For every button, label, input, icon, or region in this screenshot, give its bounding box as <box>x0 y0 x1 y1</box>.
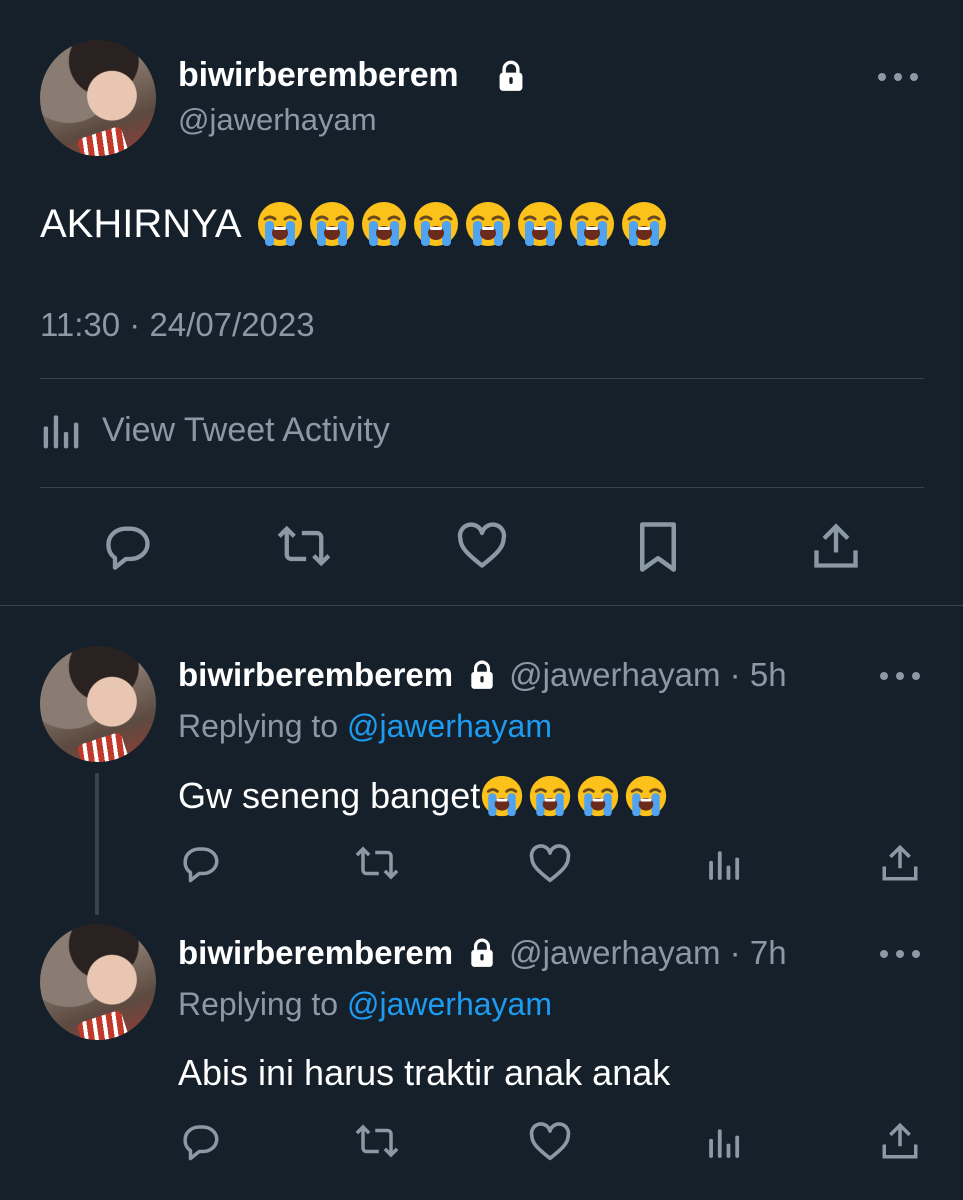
display-name[interactable]: biwirberemberem <box>178 656 453 694</box>
replying-prefix: Replying to <box>178 708 339 744</box>
tweet-text: Gw seneng banget <box>178 774 668 818</box>
avatar[interactable] <box>40 40 156 156</box>
tweet-text: AKHIRNYA <box>40 200 668 248</box>
loudly-crying-face-icon <box>309 202 354 246</box>
activity-label: View Tweet Activity <box>102 410 390 449</box>
handle-time[interactable]: @jawerhayam · 5h <box>509 656 786 694</box>
replying-handle-link[interactable]: @jawerhayam <box>347 708 552 744</box>
lock-icon <box>471 660 493 689</box>
section-divider <box>0 605 963 606</box>
reply-icon[interactable] <box>180 842 222 884</box>
view-tweet-activity-link[interactable]: View Tweet Activity <box>40 408 390 452</box>
analytics-icon[interactable] <box>706 844 744 884</box>
handle-time[interactable]: @jawerhayam · 7h <box>509 934 786 972</box>
tweet-text-content: AKHIRNYA <box>40 201 242 246</box>
divider <box>40 487 924 488</box>
retweet-icon[interactable] <box>354 842 400 884</box>
loudly-crying-face-icon <box>361 202 406 246</box>
tweet-actions <box>0 520 963 576</box>
emoji-group <box>256 200 668 248</box>
tweet-text: Abis ini harus traktir anak anak <box>178 1052 670 1094</box>
share-icon[interactable] <box>880 842 920 884</box>
loudly-crying-face-icon <box>465 202 510 246</box>
loudly-crying-face-icon <box>530 775 571 817</box>
share-icon[interactable] <box>812 520 860 572</box>
replying-prefix: Replying to <box>178 986 339 1022</box>
lock-icon <box>471 938 493 967</box>
timestamp[interactable]: 11:30 · 24/07/2023 <box>40 306 315 344</box>
like-icon[interactable] <box>528 1122 572 1162</box>
reply-tweet[interactable]: biwirberemberem @jawerhayam · 7h Replyin… <box>0 924 963 1184</box>
loudly-crying-face-icon <box>482 775 523 817</box>
more-options-icon[interactable] <box>880 672 920 680</box>
emoji-group <box>480 774 668 818</box>
loudly-crying-face-icon <box>578 775 619 817</box>
loudly-crying-face-icon <box>413 202 458 246</box>
display-name[interactable]: biwirberemberem <box>178 934 453 972</box>
tweet-actions <box>0 842 963 886</box>
tweet-text-content: Abis ini harus traktir anak anak <box>178 1052 671 1093</box>
replying-to: Replying to @jawerhayam <box>178 986 552 1023</box>
replying-handle-link[interactable]: @jawerhayam <box>347 986 552 1022</box>
replying-to: Replying to @jawerhayam <box>178 708 552 745</box>
main-tweet: biwirberemberem @jawerhayam AKHIRNYA 11:… <box>0 0 963 606</box>
analytics-icon <box>43 415 79 449</box>
share-icon[interactable] <box>880 1120 920 1162</box>
thread-connector <box>95 773 99 915</box>
bookmark-icon[interactable] <box>636 520 680 574</box>
analytics-icon[interactable] <box>706 1122 744 1162</box>
loudly-crying-face-icon <box>626 775 667 817</box>
more-options-icon[interactable] <box>880 950 920 958</box>
display-name[interactable]: biwirberemberem <box>178 56 459 95</box>
tweet-actions <box>0 1120 963 1164</box>
reply-tweet[interactable]: biwirberemberem @jawerhayam · 5h Replyin… <box>0 646 963 906</box>
like-icon[interactable] <box>456 522 508 570</box>
more-options-icon[interactable] <box>878 73 918 81</box>
tweet-text-content: Gw seneng banget <box>178 775 481 816</box>
retweet-icon[interactable] <box>276 520 332 572</box>
like-icon[interactable] <box>528 844 572 884</box>
loudly-crying-face-icon <box>621 202 666 246</box>
divider <box>40 378 924 379</box>
avatar[interactable] <box>40 924 156 1040</box>
retweet-icon[interactable] <box>354 1120 400 1162</box>
loudly-crying-face-icon <box>569 202 614 246</box>
reply-icon[interactable] <box>102 520 154 572</box>
loudly-crying-face-icon <box>517 202 562 246</box>
handle[interactable]: @jawerhayam <box>178 102 377 138</box>
reply-icon[interactable] <box>180 1120 222 1162</box>
loudly-crying-face-icon <box>257 202 302 246</box>
avatar[interactable] <box>40 646 156 762</box>
lock-icon <box>499 60 523 91</box>
